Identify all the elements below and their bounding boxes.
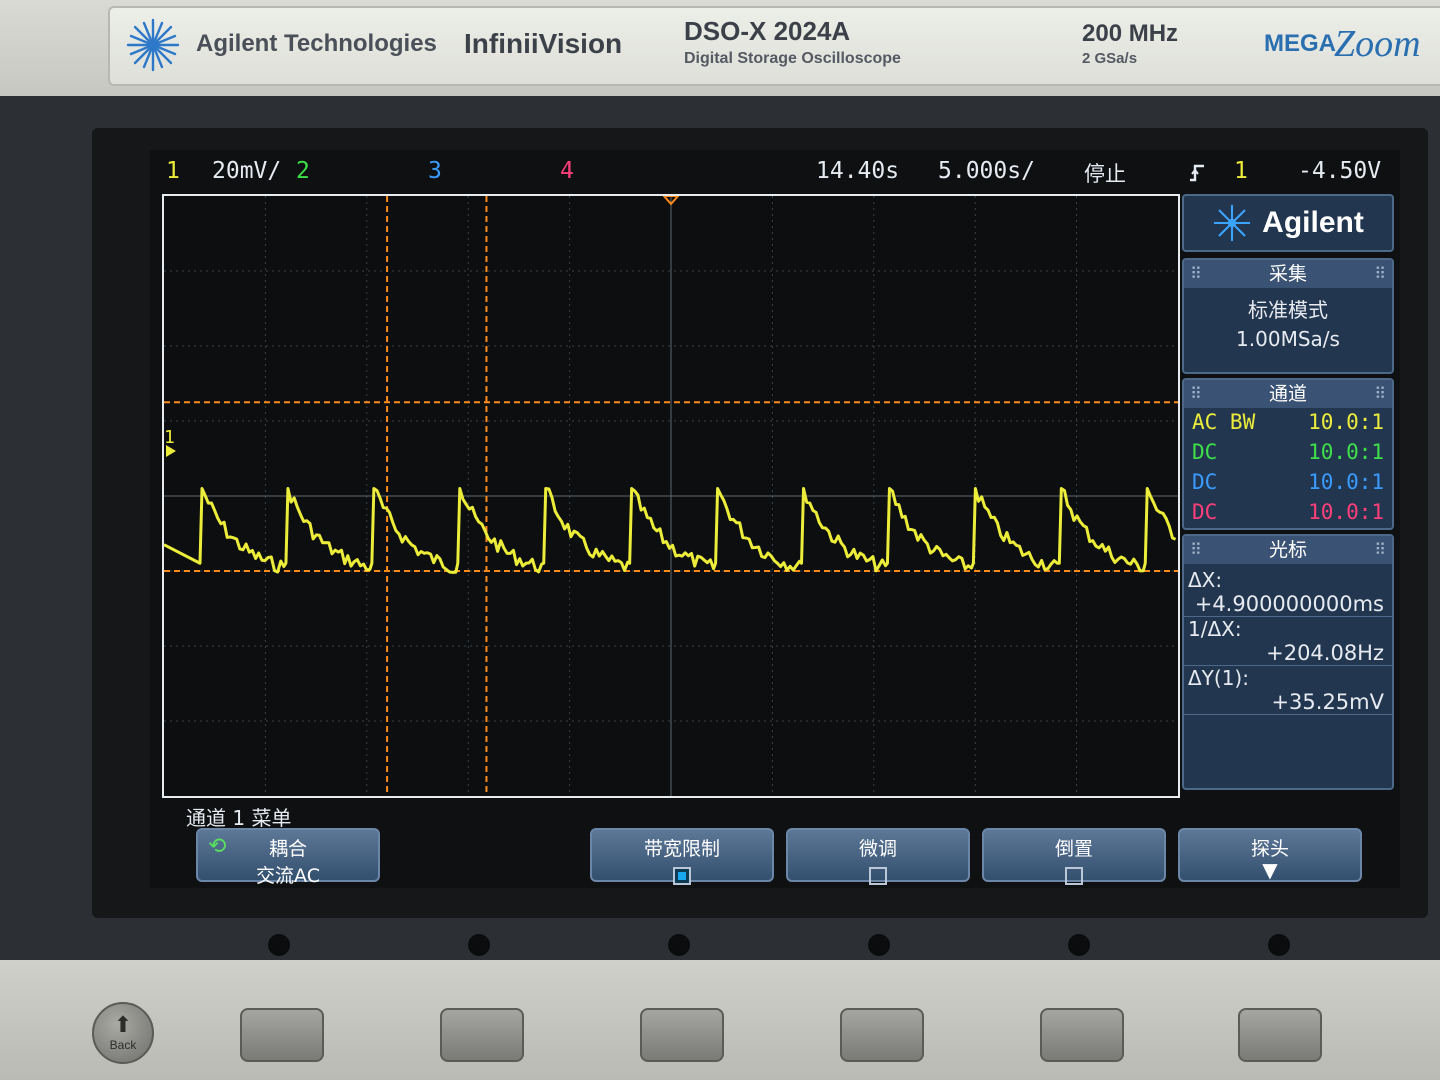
channel-coupling: DC xyxy=(1192,500,1218,524)
ch1-waveform xyxy=(163,487,1177,574)
probe-softkey[interactable]: 探头 ▼ xyxy=(1178,828,1362,882)
invert-checkbox[interactable] xyxy=(1065,867,1083,885)
channel-probe-ratio: 10.0:1 xyxy=(1308,470,1384,494)
rotate-knob-icon: ⟲ xyxy=(208,834,227,859)
softkey-4-button[interactable] xyxy=(840,1008,924,1062)
channel-row-1: AC BW 10.0:1 xyxy=(1184,408,1392,438)
cursor-panel[interactable]: 光标 ΔX: +4.900000000ms 1/ΔX: +204.08Hz ΔY… xyxy=(1182,534,1394,790)
inverse-delta-x-value: +204.08Hz xyxy=(1184,641,1392,666)
inverse-delta-x-label: 1/ΔX: xyxy=(1188,617,1242,641)
softkey-indicator-dot xyxy=(868,934,890,956)
brand-name: Agilent Technologies xyxy=(196,30,437,57)
agilent-spark-icon xyxy=(126,18,180,72)
back-button[interactable]: ⬆ Back xyxy=(92,1002,154,1064)
ch1-scale: 20mV/ xyxy=(212,158,282,184)
channel-probe-ratio: 10.0:1 xyxy=(1308,500,1384,524)
ch1-ground-label: 1 xyxy=(164,427,175,448)
acquire-header: 采集 xyxy=(1184,260,1392,288)
vernier-softkey[interactable]: 微调 xyxy=(786,828,970,885)
delta-y-value: +35.25mV xyxy=(1184,690,1392,715)
softkey-5-button[interactable] xyxy=(1040,1008,1124,1062)
trigger-level: -4.50V xyxy=(1298,158,1382,184)
invert-label: 倒置 xyxy=(1054,838,1093,860)
model-description: Digital Storage Oscilloscope xyxy=(684,50,901,67)
grid-lines xyxy=(164,196,1178,796)
delta-x-value: +4.900000000ms xyxy=(1184,592,1392,617)
megazoom-prefix: MEGA xyxy=(1264,30,1336,57)
vernier-checkbox[interactable] xyxy=(869,867,887,885)
agilent-logo-box: Agilent xyxy=(1182,194,1394,252)
softkey-indicator-dot xyxy=(668,934,690,956)
agilent-logo-text: Agilent xyxy=(1262,206,1364,239)
back-button-label: Back xyxy=(109,1038,137,1052)
vernier-label: 微调 xyxy=(858,838,897,860)
channel-row-3: DC 10.0:1 xyxy=(1184,468,1392,498)
channel-probe-ratio: 10.0:1 xyxy=(1308,410,1384,434)
softkey-3-button[interactable] xyxy=(640,1008,724,1062)
submenu-arrow-icon: ▼ xyxy=(1262,858,1278,882)
channel-header: 通道 xyxy=(1184,380,1392,408)
ch1-indicator[interactable]: 1 xyxy=(166,158,180,184)
acquire-rate: 1.00MSa/s xyxy=(1236,327,1340,351)
coupling-softkey[interactable]: ⟲ 耦合 交流AC xyxy=(196,828,380,887)
trigger-source: 1 xyxy=(1234,158,1248,184)
delta-y-label: ΔY(1): xyxy=(1188,666,1249,690)
model-name: DSO-X 2024A xyxy=(684,16,851,46)
waveform-graticule[interactable]: 1 xyxy=(162,194,1180,798)
nameplate: Agilent Technologies InfiniiVision DSO-X… xyxy=(108,6,1440,86)
channel-panel[interactable]: 通道 AC BW 10.0:1 DC 10.0:1 DC 10.0:1 DC 10.0:1 xyxy=(1182,378,1394,530)
delta-x-label: ΔX: xyxy=(1188,568,1223,592)
waveform-display: 1 xyxy=(163,195,1178,796)
status-bar: 1 20mV/ 2 3 4 14.40s 5.000s/ 停止 1 -4.50V xyxy=(150,150,1400,194)
coupling-value: 交流AC xyxy=(256,865,320,887)
bw-limit-softkey[interactable]: 带宽限制 xyxy=(590,828,774,885)
bw-limit-checkbox[interactable] xyxy=(673,867,691,885)
channel-row-4: DC 10.0:1 xyxy=(1184,498,1392,528)
softkey-indicator-dot xyxy=(1268,934,1290,956)
agilent-spark-icon xyxy=(1213,204,1251,242)
channel-probe-ratio: 10.0:1 xyxy=(1308,440,1384,464)
megazoom-suffix: Zoom xyxy=(1334,23,1421,65)
softkey-indicator-dot xyxy=(468,934,490,956)
probe-label: 探头 xyxy=(1250,838,1289,860)
sample-rate-spec: 2 GSa/s xyxy=(1082,50,1138,67)
run-state: 停止 xyxy=(1084,162,1126,186)
rising-edge-trigger-icon xyxy=(1190,164,1204,182)
ch3-indicator[interactable]: 3 xyxy=(428,158,442,184)
cursor-header: 光标 xyxy=(1184,536,1392,564)
series-name: InfiniiVision xyxy=(464,28,623,59)
bandwidth-spec: 200 MHz xyxy=(1082,20,1179,47)
softkey-2-button[interactable] xyxy=(440,1008,524,1062)
time-scale: 5.000s/ xyxy=(938,158,1035,184)
softkey-indicator-dot xyxy=(268,934,290,956)
invert-softkey[interactable]: 倒置 xyxy=(982,828,1166,885)
up-arrow-icon: ⬆ xyxy=(113,1012,133,1037)
softkey-6-button[interactable] xyxy=(1238,1008,1322,1062)
ch2-indicator[interactable]: 2 xyxy=(296,158,310,184)
acquire-mode: 标准模式 xyxy=(1248,298,1328,322)
oscilloscope-screen: 1 20mV/ 2 3 4 14.40s 5.000s/ 停止 1 -4.50V… xyxy=(150,150,1400,888)
ch4-indicator[interactable]: 4 xyxy=(560,158,574,184)
bw-limit-label: 带宽限制 xyxy=(643,838,720,860)
channel-coupling: DC xyxy=(1192,440,1218,464)
channel-rows: AC BW 10.0:1 DC 10.0:1 DC 10.0:1 DC 10.0:1 xyxy=(1184,408,1392,528)
channel-row-2: DC 10.0:1 xyxy=(1184,438,1392,468)
channel-coupling: DC xyxy=(1192,470,1218,494)
softkey-1-button[interactable] xyxy=(240,1008,324,1062)
channel-coupling: AC BW xyxy=(1192,410,1256,434)
acquire-panel[interactable]: 采集 标准模式 1.00MSa/s xyxy=(1182,258,1394,374)
side-info-panel: Agilent 采集 标准模式 1.00MSa/s 通道 AC BW 10.0:1… xyxy=(1182,194,1394,798)
softkey-indicator-dot xyxy=(1068,934,1090,956)
menu-title: 通道 1 菜单 xyxy=(186,806,292,830)
time-delay: 14.40s xyxy=(816,158,900,184)
